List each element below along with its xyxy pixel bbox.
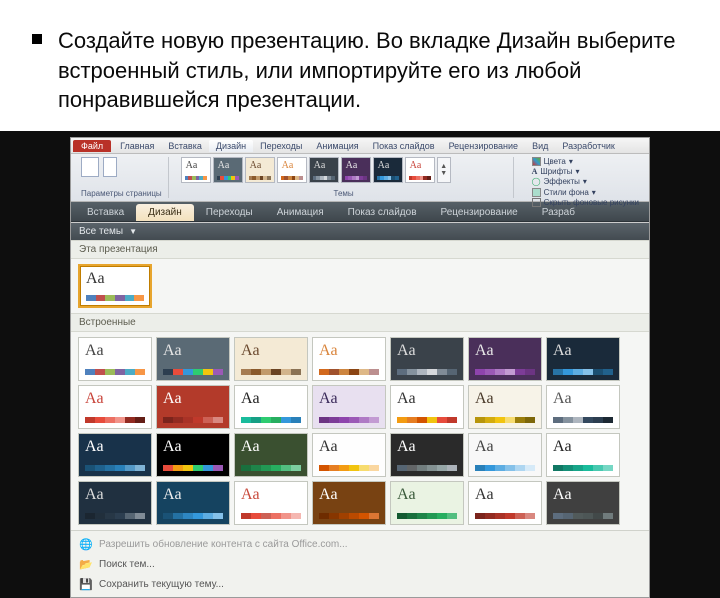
theme-quick-item[interactable]: Aa	[277, 157, 307, 183]
save-icon: 💾	[79, 577, 93, 591]
all-themes-label: Все темы	[79, 226, 123, 237]
folder-open-icon: 📂	[79, 557, 93, 571]
effects-icon: ◯	[532, 177, 541, 186]
ribbon-tab[interactable]: Показ слайдов	[366, 140, 442, 152]
theme-quick-item[interactable]: Aa	[181, 157, 211, 183]
theme-thumbnail[interactable]: Aa	[78, 433, 152, 477]
theme-thumbnail[interactable]: Aa	[234, 433, 308, 477]
theme-thumbnail[interactable]: Aa	[78, 264, 152, 308]
enable-updates-label: Разрешить обновление контента с сайта Of…	[99, 539, 348, 550]
slide-bullet-block: Создайте новую презентацию. Во вкладке Д…	[0, 0, 720, 131]
theme-thumbnail[interactable]: Aa	[468, 481, 542, 525]
theme-thumbnail[interactable]: Aa	[156, 433, 230, 477]
ribbon-tab[interactable]: Рецензирование	[442, 140, 526, 152]
ribbon-group-themes: AaAaAaAaAaAaAaAa▲▼ Темы	[175, 157, 514, 198]
theme-thumbnail[interactable]: Aa	[78, 481, 152, 525]
theme-colors-button[interactable]: Цвета▾	[532, 157, 639, 166]
theme-quick-item[interactable]: Aa	[341, 157, 371, 183]
section-builtin: Встроенные	[71, 313, 649, 332]
theme-thumbnail[interactable]: Aa	[546, 481, 620, 525]
ribbon-group-background: Цвета▾ AШрифты▾ ◯Эффекты▾ Стили фона▾ Ск…	[520, 157, 645, 198]
slide-orientation-icon[interactable]	[103, 157, 117, 177]
ribbon-content: Параметры страницы AaAaAaAaAaAaAaAa▲▼ Те…	[71, 154, 649, 202]
theme-effects-button[interactable]: ◯Эффекты▾	[532, 177, 639, 186]
secondary-tabstrip: ВставкаДизайнПереходыАнимацияПоказ слайд…	[71, 202, 649, 222]
theme-thumbnail[interactable]: Aa	[390, 481, 464, 525]
chevron-down-icon: ▼	[129, 227, 137, 236]
theme-fonts-button[interactable]: AШрифты▾	[532, 167, 639, 176]
themes-gallery: Все темы ▼ Эта презентация Aa Встроенные…	[71, 222, 649, 597]
enable-office-updates-option[interactable]: 🌐 Разрешить обновление контента с сайта …	[77, 534, 643, 554]
theme-quick-item[interactable]: Aa	[213, 157, 243, 183]
theme-thumbnail[interactable]: Aa	[546, 337, 620, 381]
secondary-tab[interactable]: Анимация	[265, 204, 336, 221]
powerpoint-ribbon-screenshot: Файл ГлавнаяВставкаДизайнПереходыАнимаци…	[70, 137, 650, 598]
background-styles-button[interactable]: Стили фона▾	[532, 188, 639, 197]
theme-thumbnail[interactable]: Aa	[468, 385, 542, 429]
theme-quick-item[interactable]: Aa	[245, 157, 275, 183]
ribbon-tab[interactable]: Вид	[525, 140, 555, 152]
theme-thumbnail[interactable]: Aa	[546, 433, 620, 477]
save-current-label: Сохранить текущую тему...	[99, 579, 224, 590]
theme-thumbnail[interactable]: Aa	[156, 481, 230, 525]
theme-thumbnail[interactable]: Aa	[156, 337, 230, 381]
ribbon-group-page-params: Параметры страницы	[75, 157, 169, 198]
theme-thumbnail[interactable]: Aa	[468, 337, 542, 381]
gallery-footer: 🌐 Разрешить обновление контента с сайта …	[71, 530, 649, 597]
fonts-icon: A	[532, 167, 538, 176]
theme-quick-item[interactable]: Aa	[405, 157, 435, 183]
browse-themes-option[interactable]: 📂 Поиск тем...	[77, 554, 643, 574]
ribbon-tab[interactable]: Переходы	[253, 140, 309, 152]
theme-thumbnail[interactable]: Aa	[234, 481, 308, 525]
theme-thumbnail[interactable]: Aa	[234, 337, 308, 381]
this-presentation-row: Aa	[71, 259, 649, 313]
theme-quick-item[interactable]: Aa	[373, 157, 403, 183]
builtin-themes-grid: AaAaAaAaAaAaAaAaAaAaAaAaAaAaAaAaAaAaAaAa…	[71, 332, 649, 530]
palette-icon	[532, 157, 541, 166]
theme-gallery-expand-button[interactable]: ▲▼	[437, 157, 451, 183]
save-current-theme-option[interactable]: 💾 Сохранить текущую тему...	[77, 574, 643, 594]
theme-quick-item[interactable]: Aa	[309, 157, 339, 183]
secondary-tab[interactable]: Дизайн	[136, 204, 194, 221]
theme-quick-strip: AaAaAaAaAaAaAaAa▲▼	[181, 157, 507, 183]
theme-thumbnail[interactable]: Aa	[312, 385, 386, 429]
theme-thumbnail[interactable]: Aa	[390, 433, 464, 477]
secondary-tab[interactable]: Рецензирование	[429, 204, 530, 221]
secondary-tab[interactable]: Переходы	[194, 204, 265, 221]
theme-thumbnail[interactable]: Aa	[78, 385, 152, 429]
ribbon-tab[interactable]: Вставка	[161, 140, 208, 152]
theme-thumbnail[interactable]: Aa	[390, 385, 464, 429]
theme-thumbnail[interactable]: Aa	[156, 385, 230, 429]
secondary-tab[interactable]: Разраб	[530, 204, 587, 221]
page-setup-icon[interactable]	[81, 157, 99, 177]
theme-thumbnail[interactable]: Aa	[234, 385, 308, 429]
ribbon-tab[interactable]: Анимация	[309, 140, 365, 152]
ribbon-tabstrip: Файл ГлавнаяВставкаДизайнПереходыАнимаци…	[71, 138, 649, 154]
theme-thumbnail[interactable]: Aa	[312, 481, 386, 525]
gallery-header[interactable]: Все темы ▼	[71, 223, 649, 240]
theme-thumbnail[interactable]: Aa	[468, 433, 542, 477]
bullet-square-icon	[32, 34, 42, 44]
browse-themes-label: Поиск тем...	[99, 559, 155, 570]
file-tab[interactable]: Файл	[73, 140, 111, 152]
secondary-tab[interactable]: Вставка	[75, 204, 136, 221]
theme-thumbnail[interactable]: Aa	[312, 433, 386, 477]
bg-styles-icon	[532, 188, 541, 197]
ribbon-tab[interactable]: Дизайн	[209, 140, 253, 152]
group-label-page-params: Параметры страницы	[81, 189, 162, 198]
section-this-presentation: Эта презентация	[71, 240, 649, 259]
ribbon-tab[interactable]: Главная	[113, 140, 161, 152]
theme-thumbnail[interactable]: Aa	[390, 337, 464, 381]
theme-thumbnail[interactable]: Aa	[78, 337, 152, 381]
ribbon-tab[interactable]: Разработчик	[555, 140, 621, 152]
slide-bullet-text: Создайте новую презентацию. Во вкладке Д…	[58, 26, 692, 115]
theme-thumbnail[interactable]: Aa	[312, 337, 386, 381]
group-label-themes: Темы	[181, 189, 507, 198]
globe-icon: 🌐	[79, 537, 93, 551]
secondary-tab[interactable]: Показ слайдов	[336, 204, 429, 221]
theme-thumbnail[interactable]: Aa	[546, 385, 620, 429]
